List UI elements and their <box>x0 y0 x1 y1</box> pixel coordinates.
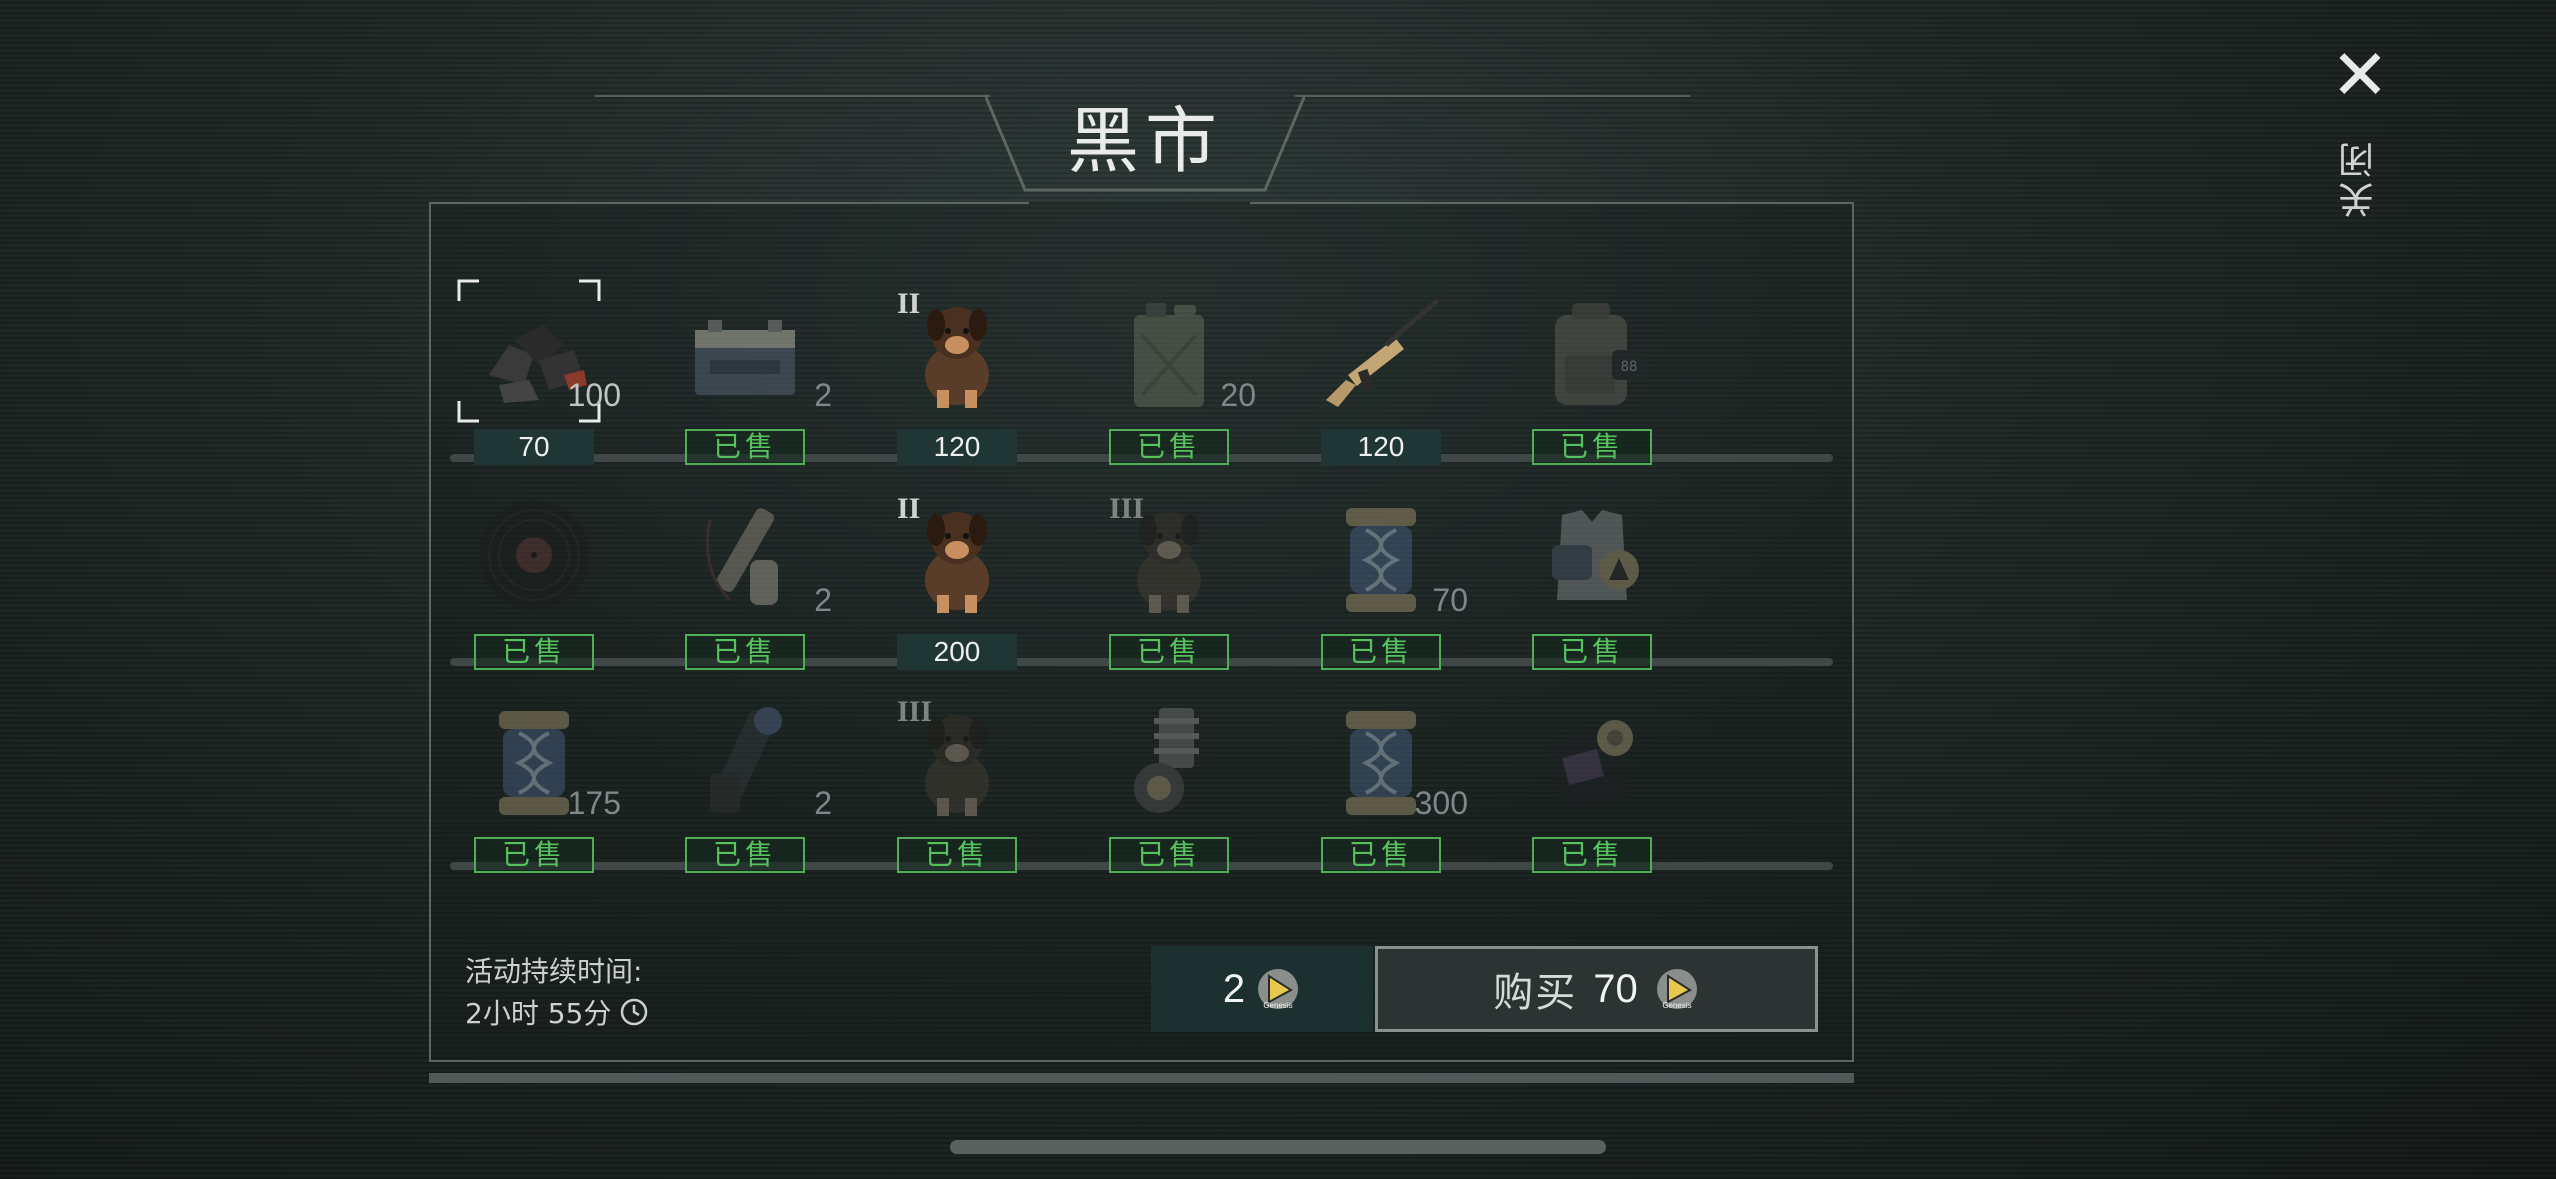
buy-label[interactable]: 购买 <box>1493 960 1577 1018</box>
shop-item-puppy-shepherd-3[interactable]: III 已售 <box>1064 490 1274 690</box>
shop-item-vinyl[interactable]: 已售 <box>429 490 639 690</box>
jerrycan-icon <box>1104 285 1234 415</box>
battery-icon <box>680 285 810 415</box>
sold-badge: 已售 <box>1321 837 1441 873</box>
close-button[interactable]: ✕ 关闭 <box>2320 40 2400 240</box>
balance-amount: 2 <box>1222 966 1246 1011</box>
header-line-left <box>595 95 990 97</box>
panel-top-edge-right <box>1250 202 1854 204</box>
clock-icon <box>621 998 648 1026</box>
shop-item-jerrycan[interactable]: 20 已售 <box>1064 285 1274 485</box>
police-badge-icon <box>1527 693 1657 823</box>
close-icon[interactable]: ✕ <box>2331 40 2390 110</box>
sold-badge: 已售 <box>685 837 805 873</box>
shop-item-badge[interactable]: 已售 <box>1487 693 1697 893</box>
panel-bottom-bar <box>429 1073 1854 1083</box>
currency-balance: 2 Genesis <box>1151 946 1373 1032</box>
sold-badge: 已售 <box>685 429 805 465</box>
shop-item-scope[interactable]: 2 已售 <box>640 693 850 893</box>
rifle-icon <box>1316 285 1446 415</box>
item-quantity: 2 <box>814 785 832 821</box>
event-duration-value: 2小时 55分 <box>465 992 649 1032</box>
sold-badge: 已售 <box>1109 634 1229 670</box>
price-tag[interactable]: 200 <box>897 634 1017 670</box>
page-title: 黑市 <box>1066 99 1223 183</box>
sold-badge: 已售 <box>1532 837 1652 873</box>
sold-badge: 已售 <box>1109 429 1229 465</box>
price-tag[interactable]: 70 <box>474 429 594 465</box>
price-tag[interactable]: 120 <box>897 429 1017 465</box>
sold-badge: 已售 <box>474 837 594 873</box>
item-quantity: 300 <box>1414 785 1468 821</box>
item-quantity: 175 <box>567 785 621 821</box>
shop-item-battery[interactable]: 2 已售 <box>640 285 850 485</box>
shop-item-engine-part[interactable]: 已售 <box>1064 693 1274 893</box>
sold-badge: 已售 <box>474 634 594 670</box>
vinyl-record-icon <box>469 490 599 620</box>
svg-text:88: 88 <box>1621 359 1638 375</box>
item-quantity: 70 <box>1432 582 1468 618</box>
shop-item-parts[interactable]: 2 已售 <box>640 490 850 690</box>
sold-badge: 已售 <box>685 634 805 670</box>
shop-item-vest[interactable]: 已售 <box>1487 490 1697 690</box>
scope-parts-icon <box>680 490 810 620</box>
engine-part-icon <box>1104 693 1234 823</box>
shop-item-rifle[interactable]: 120 <box>1276 285 1486 485</box>
coin-label: Genesis <box>1263 1001 1292 1010</box>
buy-price[interactable]: 70 <box>1593 967 1638 1012</box>
armor-vest-icon <box>1527 490 1657 620</box>
shop-item-dna-175[interactable]: 175 已售 <box>429 693 639 893</box>
close-label[interactable]: 关闭 <box>2334 138 2386 218</box>
tier-badge: II <box>897 492 921 525</box>
event-duration-label: 活动持续时间: <box>465 955 643 988</box>
home-indicator[interactable] <box>950 1140 1606 1154</box>
shop-item-backpack[interactable]: 88 已售 <box>1487 285 1697 485</box>
item-quantity: 20 <box>1220 377 1256 413</box>
item-quantity: 2 <box>814 582 832 618</box>
event-duration-text: 2小时 55分 <box>465 997 612 1030</box>
buy-button[interactable]: 购买 70 Genesis <box>1375 946 1818 1032</box>
tier-badge: II <box>897 287 921 320</box>
scope-icon <box>680 693 810 823</box>
shop-item-puppy-shepherd[interactable]: II 120 <box>852 285 1062 485</box>
sold-badge: 已售 <box>1321 634 1441 670</box>
shop-item-puppy-stbernard[interactable]: II 200 <box>852 490 1062 690</box>
shop-item-puppy-rottweiler[interactable]: III 已售 <box>852 693 1062 893</box>
header-line-right <box>1295 95 1690 97</box>
genesis-coin-icon: Genesis <box>1656 969 1697 1010</box>
sold-badge: 已售 <box>897 837 1017 873</box>
item-quantity: 100 <box>567 377 621 413</box>
dna-capsule-icon <box>1316 490 1446 620</box>
sold-badge: 已售 <box>1109 837 1229 873</box>
shop-item-coal[interactable]: 100 70 <box>429 279 639 485</box>
coin-label: Genesis <box>1662 1001 1691 1010</box>
shop-item-dna-300[interactable]: 300 已售 <box>1276 693 1486 893</box>
item-quantity: 2 <box>814 377 832 413</box>
backpack-icon: 88 <box>1527 285 1657 415</box>
genesis-coin-icon: Genesis <box>1258 969 1299 1010</box>
sold-badge: 已售 <box>1532 429 1652 465</box>
shop-item-dna-70[interactable]: 70 已售 <box>1276 490 1486 690</box>
tier-badge: III <box>897 695 933 728</box>
price-tag[interactable]: 120 <box>1321 429 1441 465</box>
panel-top-edge-left <box>429 202 1029 204</box>
sold-badge: 已售 <box>1532 634 1652 670</box>
tier-badge: III <box>1109 492 1145 525</box>
